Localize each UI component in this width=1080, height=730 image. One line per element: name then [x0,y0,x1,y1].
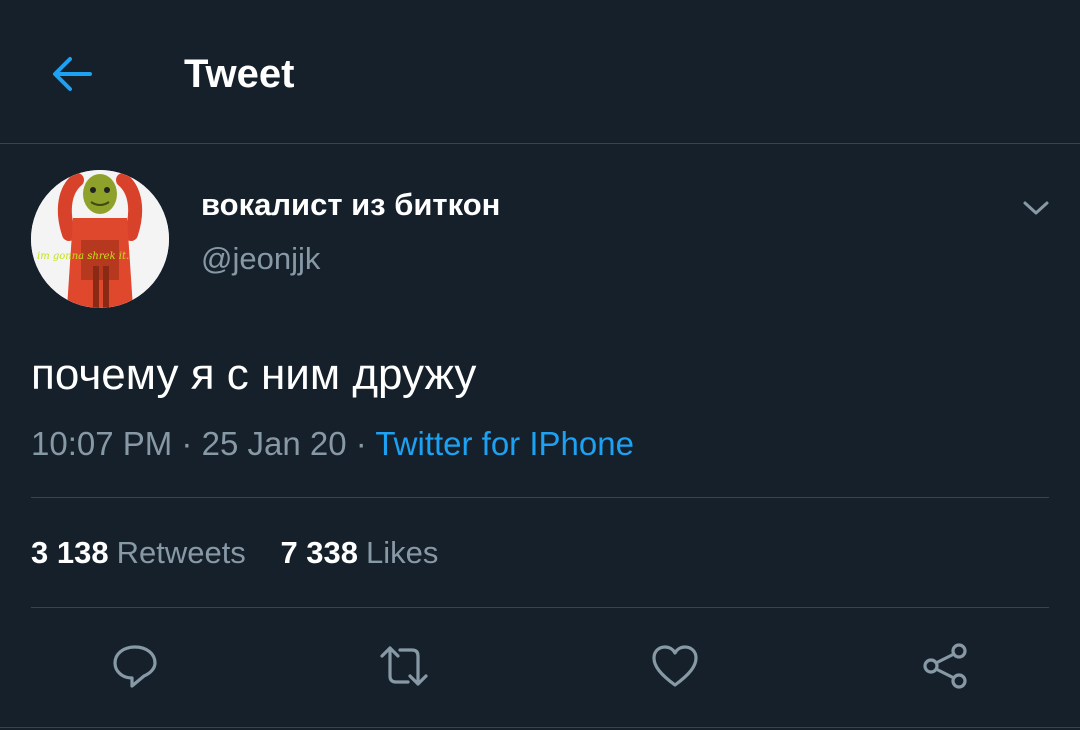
like-button[interactable] [645,636,705,696]
retweet-button[interactable] [374,636,434,696]
tweet-options-button[interactable] [1014,188,1058,228]
chevron-down-icon [1023,201,1049,215]
page-title: Tweet [184,52,295,96]
tweet-detail-page: Tweet im gonna shrek it. вокалист из бит… [0,0,1080,730]
divider [31,497,1049,498]
avatar[interactable]: im gonna shrek it. [31,170,169,308]
reply-button[interactable] [105,636,165,696]
back-button[interactable] [44,46,100,102]
meta-separator: · [355,425,367,462]
reply-icon [113,645,157,688]
meta-separator: · [181,425,193,462]
tweet-date: 25 Jan 20 [201,425,347,462]
divider [0,727,1080,728]
likes-stat[interactable]: 7 338 Likes [280,533,438,573]
engagement-stats: 3 138 Retweets 7 338 Likes [31,533,464,573]
tweet-time: 10:07 PM [31,425,173,462]
divider [31,607,1049,608]
retweet-icon [380,646,428,686]
tweet-text: почему я с ним дружу [31,350,477,399]
likes-label: Likes [366,535,439,570]
arrow-left-icon [53,57,92,91]
share-icon [923,643,967,689]
share-button[interactable] [915,636,975,696]
like-icon [652,645,698,687]
tweet-metadata: 10:07 PM · 25 Jan 20 · Twitter for IPhon… [31,424,634,464]
retweets-stat[interactable]: 3 138 Retweets [31,533,246,573]
author-handle[interactable]: @jeonjjk [201,240,320,278]
retweets-label: Retweets [116,535,246,570]
svg-text:im gonna shrek it.: im gonna shrek it. [37,251,129,262]
likes-count: 7 338 [280,535,359,570]
avatar-image: im gonna shrek it. [31,170,169,308]
top-bar: Tweet [0,0,1080,144]
tweet-source-link[interactable]: Twitter for IPhone [375,425,634,462]
author-display-name[interactable]: вокалист из биткон [201,186,500,224]
retweets-count: 3 138 [31,535,109,570]
